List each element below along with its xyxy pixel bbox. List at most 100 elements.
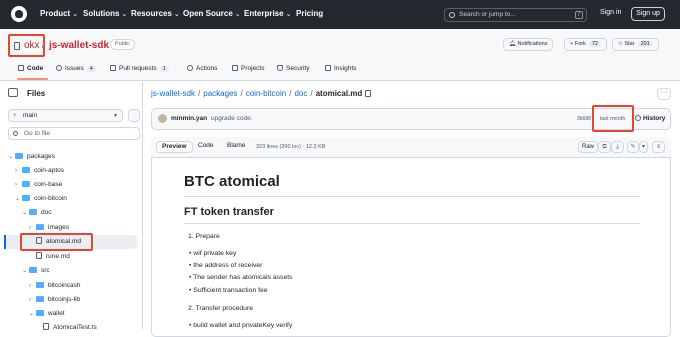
commit-author-link[interactable]: minmin.yan <box>171 115 207 122</box>
search-files-button[interactable] <box>128 109 140 122</box>
tab-security-label: Security <box>286 65 310 72</box>
chevron-right-icon: › <box>29 297 31 303</box>
history-label: History <box>643 115 666 122</box>
play-icon <box>187 65 193 71</box>
tree-item-coin-bitcoin[interactable]: ⌄ coin-bitcoin <box>15 192 67 206</box>
notifications-button[interactable]: 🔔︎ Notifications <box>503 38 554 51</box>
breadcrumb-coin-bitcoin-link[interactable]: coin-bitcoin <box>246 89 286 98</box>
tree-item-label: rune.md <box>46 253 70 260</box>
go-to-file-input[interactable]: Go to file <box>8 127 140 140</box>
tab-code[interactable]: Code <box>18 65 43 72</box>
outline-icon[interactable]: ≡ <box>652 141 665 153</box>
breadcrumb-packages-link[interactable]: packages <box>203 89 237 98</box>
tree-item-bitcoinjs-lib[interactable]: › bitcoinjs-lib <box>29 293 80 307</box>
search-placeholder: Search or jump to... <box>459 11 516 18</box>
chevron-down-icon: ▾ <box>113 113 117 119</box>
tree-item-label: bitcoincash <box>48 282 81 289</box>
blame-tab[interactable]: Blame <box>222 141 250 153</box>
bullet-list-item: • The sender has atomicals assets <box>189 274 293 281</box>
chevron-down-icon: ⌄ <box>234 11 241 18</box>
tree-item-packages[interactable]: ⌄ packages <box>8 150 55 164</box>
tree-item-label: images <box>48 224 69 231</box>
nav-resources-label: Resources <box>131 9 172 18</box>
h2-divider <box>184 223 640 224</box>
history-button[interactable]: History <box>635 115 665 122</box>
bullet-text: the address of receiver <box>193 262 263 269</box>
preview-tab[interactable]: Preview <box>156 141 193 153</box>
tab-issues-label: Issues <box>65 65 84 72</box>
tab-projects[interactable]: Projects <box>232 65 264 72</box>
raw-button[interactable]: Raw <box>578 141 598 153</box>
nav-pricing[interactable]: Pricing <box>296 9 323 18</box>
chevron-down-icon: ⌄ <box>15 196 21 202</box>
bullet-list-item: • wif private key <box>189 250 236 257</box>
search-icon <box>449 12 455 18</box>
tab-issues[interactable]: Issues 4 <box>56 65 96 72</box>
repo-name-link[interactable]: js-wallet-sdk <box>49 40 109 51</box>
search-input[interactable]: Search or jump to... / <box>444 8 587 22</box>
tree-item-label: packages <box>27 153 55 160</box>
folder-icon <box>36 224 44 230</box>
tree-item-wallet[interactable]: ⌄ wallet <box>29 307 65 321</box>
tree-item-src[interactable]: ⌄ src <box>22 264 50 278</box>
sign-in-link[interactable]: Sign in <box>600 9 621 16</box>
fork-button[interactable]: ⑂ Fork 72 <box>564 38 607 51</box>
folder-open-icon <box>29 209 37 215</box>
chevron-down-icon: ⌄ <box>285 11 292 18</box>
tree-item-label: AtomicalTest.ts <box>53 324 97 331</box>
sidebar-title: Files <box>27 89 46 98</box>
markdown-h1: BTC atomical <box>184 173 280 190</box>
download-icon[interactable]: ⤓ <box>611 141 624 153</box>
copy-raw-icon[interactable]: ⧉ <box>598 141 611 153</box>
breadcrumb-repo-link[interactable]: js-wallet-sdk <box>151 89 195 98</box>
fork-label: Fork <box>574 41 586 47</box>
branch-name: main <box>23 112 38 119</box>
tree-item-coin-base[interactable]: › coin-base <box>15 178 62 192</box>
chevron-down-icon[interactable]: ▾ <box>639 141 648 153</box>
tree-selected-indicator <box>4 235 6 249</box>
tree-item-atomicaltest-ts[interactable]: AtomicalTest.ts <box>43 321 97 335</box>
nav-open-source[interactable]: Open Source ⌄ <box>183 9 241 18</box>
breadcrumb-doc-link[interactable]: doc <box>294 89 307 98</box>
commit-message-link[interactable]: upgrade code. <box>211 115 253 122</box>
notifications-label: Notifications <box>517 41 548 47</box>
tree-item-coin-aptos[interactable]: › coin-aptos <box>15 164 64 178</box>
bullet-text: build wallet and privateKey verify <box>193 322 293 329</box>
branch-selector[interactable]: ᛘ main ▾ <box>8 109 123 122</box>
tree-item-doc[interactable]: ⌄ doc <box>22 206 51 220</box>
file-icon <box>36 252 42 259</box>
github-logo-icon[interactable] <box>11 6 27 22</box>
nav-resources[interactable]: Resources ⌄ <box>131 9 180 18</box>
ordered-list-item: 2. Transfer procedure <box>188 305 253 312</box>
tab-security[interactable]: Security <box>277 65 309 72</box>
fork-count: 72 <box>588 41 601 47</box>
tab-pull-requests[interactable]: Pull requests 1 <box>110 65 169 72</box>
edit-icon[interactable]: ✎ <box>627 141 639 153</box>
sidebar-toggle-icon[interactable] <box>8 88 18 97</box>
breadcrumb-separator: / <box>289 89 292 98</box>
tab-insights[interactable]: Insights <box>325 65 356 72</box>
bullet-text: wif private key <box>193 250 237 257</box>
nav-solutions[interactable]: Solutions ⌄ <box>83 9 127 18</box>
breadcrumb-separator: / <box>240 89 243 98</box>
tree-item-bitcoincash[interactable]: › bitcoincash <box>29 279 81 293</box>
tree-item-label: bitcoinjs-lib <box>48 296 81 303</box>
code-tab[interactable]: Code <box>193 141 219 153</box>
tab-actions[interactable]: Actions <box>187 65 217 72</box>
nav-product[interactable]: Product ⌄ <box>40 9 78 18</box>
avatar[interactable] <box>158 114 167 123</box>
folder-open-icon <box>15 153 23 159</box>
folder-open-icon <box>22 195 30 201</box>
more-options-button[interactable]: ··· <box>657 88 671 100</box>
nav-enterprise[interactable]: Enterprise ⌄ <box>244 9 291 18</box>
tree-item-rune-md[interactable]: rune.md <box>29 250 70 264</box>
bullet-list-item: • build wallet and privateKey verify <box>189 322 292 329</box>
h1-divider <box>184 196 640 197</box>
breadcrumb-separator: / <box>198 89 201 98</box>
sign-up-button[interactable]: Sign up <box>631 7 665 21</box>
copy-path-icon[interactable] <box>365 90 372 97</box>
tree-item-label: doc <box>41 209 52 216</box>
tree-item-label: src <box>41 267 50 274</box>
breadcrumb-separator: / <box>310 89 313 98</box>
star-button[interactable]: ☆ Star 201 <box>612 38 659 51</box>
